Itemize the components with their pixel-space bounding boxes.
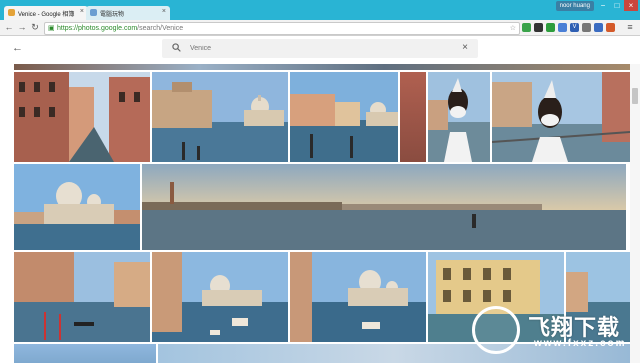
browser-window: Venice - Google 相簿 × 電腦玩物 × noor huang −… [0,0,640,363]
address-bar[interactable]: ▣ https://photos.google.com/search/Venic… [44,22,520,35]
extension-pocket-icon[interactable] [534,23,543,32]
photos-page: ← × [0,36,640,363]
photo-grand-canal-palaces[interactable] [290,72,398,162]
tab-strip: Venice - Google 相簿 × 電腦玩物 × noor huang −… [0,0,640,20]
bookmark-star-icon[interactable]: ☆ [510,23,516,34]
extension-rss-icon[interactable] [606,23,615,32]
tab-venice[interactable]: Venice - Google 相簿 × [4,6,88,20]
close-window-icon[interactable]: × [624,0,638,11]
close-tab-icon[interactable]: × [162,8,166,15]
search-header: ← × [0,36,640,64]
tab-computer-toy[interactable]: 電腦玩物 × [86,6,170,20]
lock-icon: ▣ [48,25,55,32]
photo-venice-canal-side[interactable] [14,72,150,162]
extension-cast-icon[interactable] [582,23,591,32]
close-tab-icon[interactable]: × [80,8,84,15]
url-text: https://photos.google.com/search/Venice [57,25,184,32]
photo-facade-narrow[interactable] [400,72,426,162]
photo-salute-basilica[interactable] [14,164,140,250]
photo-lagoon-panorama[interactable] [142,164,626,250]
photo-grand-canal-salute[interactable] [152,72,288,162]
tab-label: Venice - Google 相簿 [18,12,75,18]
google-photos-favicon-icon [8,9,15,16]
minimize-icon[interactable]: − [596,0,610,11]
chrome-menu-icon[interactable]: ≡ [624,21,636,34]
search-box[interactable]: × [162,39,478,58]
reload-icon[interactable]: ↻ [29,21,41,34]
blog-favicon-icon [90,9,97,16]
site-watermark: 飞翔下载 www.fxxz.com [472,304,632,360]
photo-canal-gondolas[interactable] [14,252,150,342]
profile-button[interactable]: noor huang [555,1,594,11]
forward-arrow-icon[interactable]: → [16,21,28,34]
extension-translate-icon[interactable] [558,23,567,32]
clear-search-icon[interactable]: × [462,42,468,53]
maximize-icon[interactable]: □ [610,0,624,11]
watermark-logo-icon [472,306,520,354]
browser-toolbar: ← → ↻ ▣ https://photos.google.com/search… [0,20,640,36]
extension-evernote-icon[interactable] [522,23,531,32]
photo-salute-boats[interactable] [152,252,288,342]
back-arrow-icon[interactable]: ← [3,21,15,34]
watermark-url: www.fxxz.com [534,338,627,349]
photo-bottom-left[interactable] [14,344,156,363]
photo-strip-top[interactable] [14,64,630,70]
photo-carnival-mask-person[interactable] [428,72,490,162]
scrollbar-thumb[interactable] [632,88,638,104]
extension-feedly-icon[interactable] [546,23,555,32]
extension-docs-icon[interactable] [594,23,603,32]
extension-v-icon[interactable]: V [570,23,579,32]
search-icon [172,43,181,52]
tab-label: 電腦玩物 [100,12,125,18]
photo-salute-palaces[interactable] [290,252,426,342]
photo-carnival-mask-bridge[interactable] [492,72,630,162]
back-arrow-icon[interactable]: ← [12,42,23,54]
search-input[interactable] [190,41,440,55]
